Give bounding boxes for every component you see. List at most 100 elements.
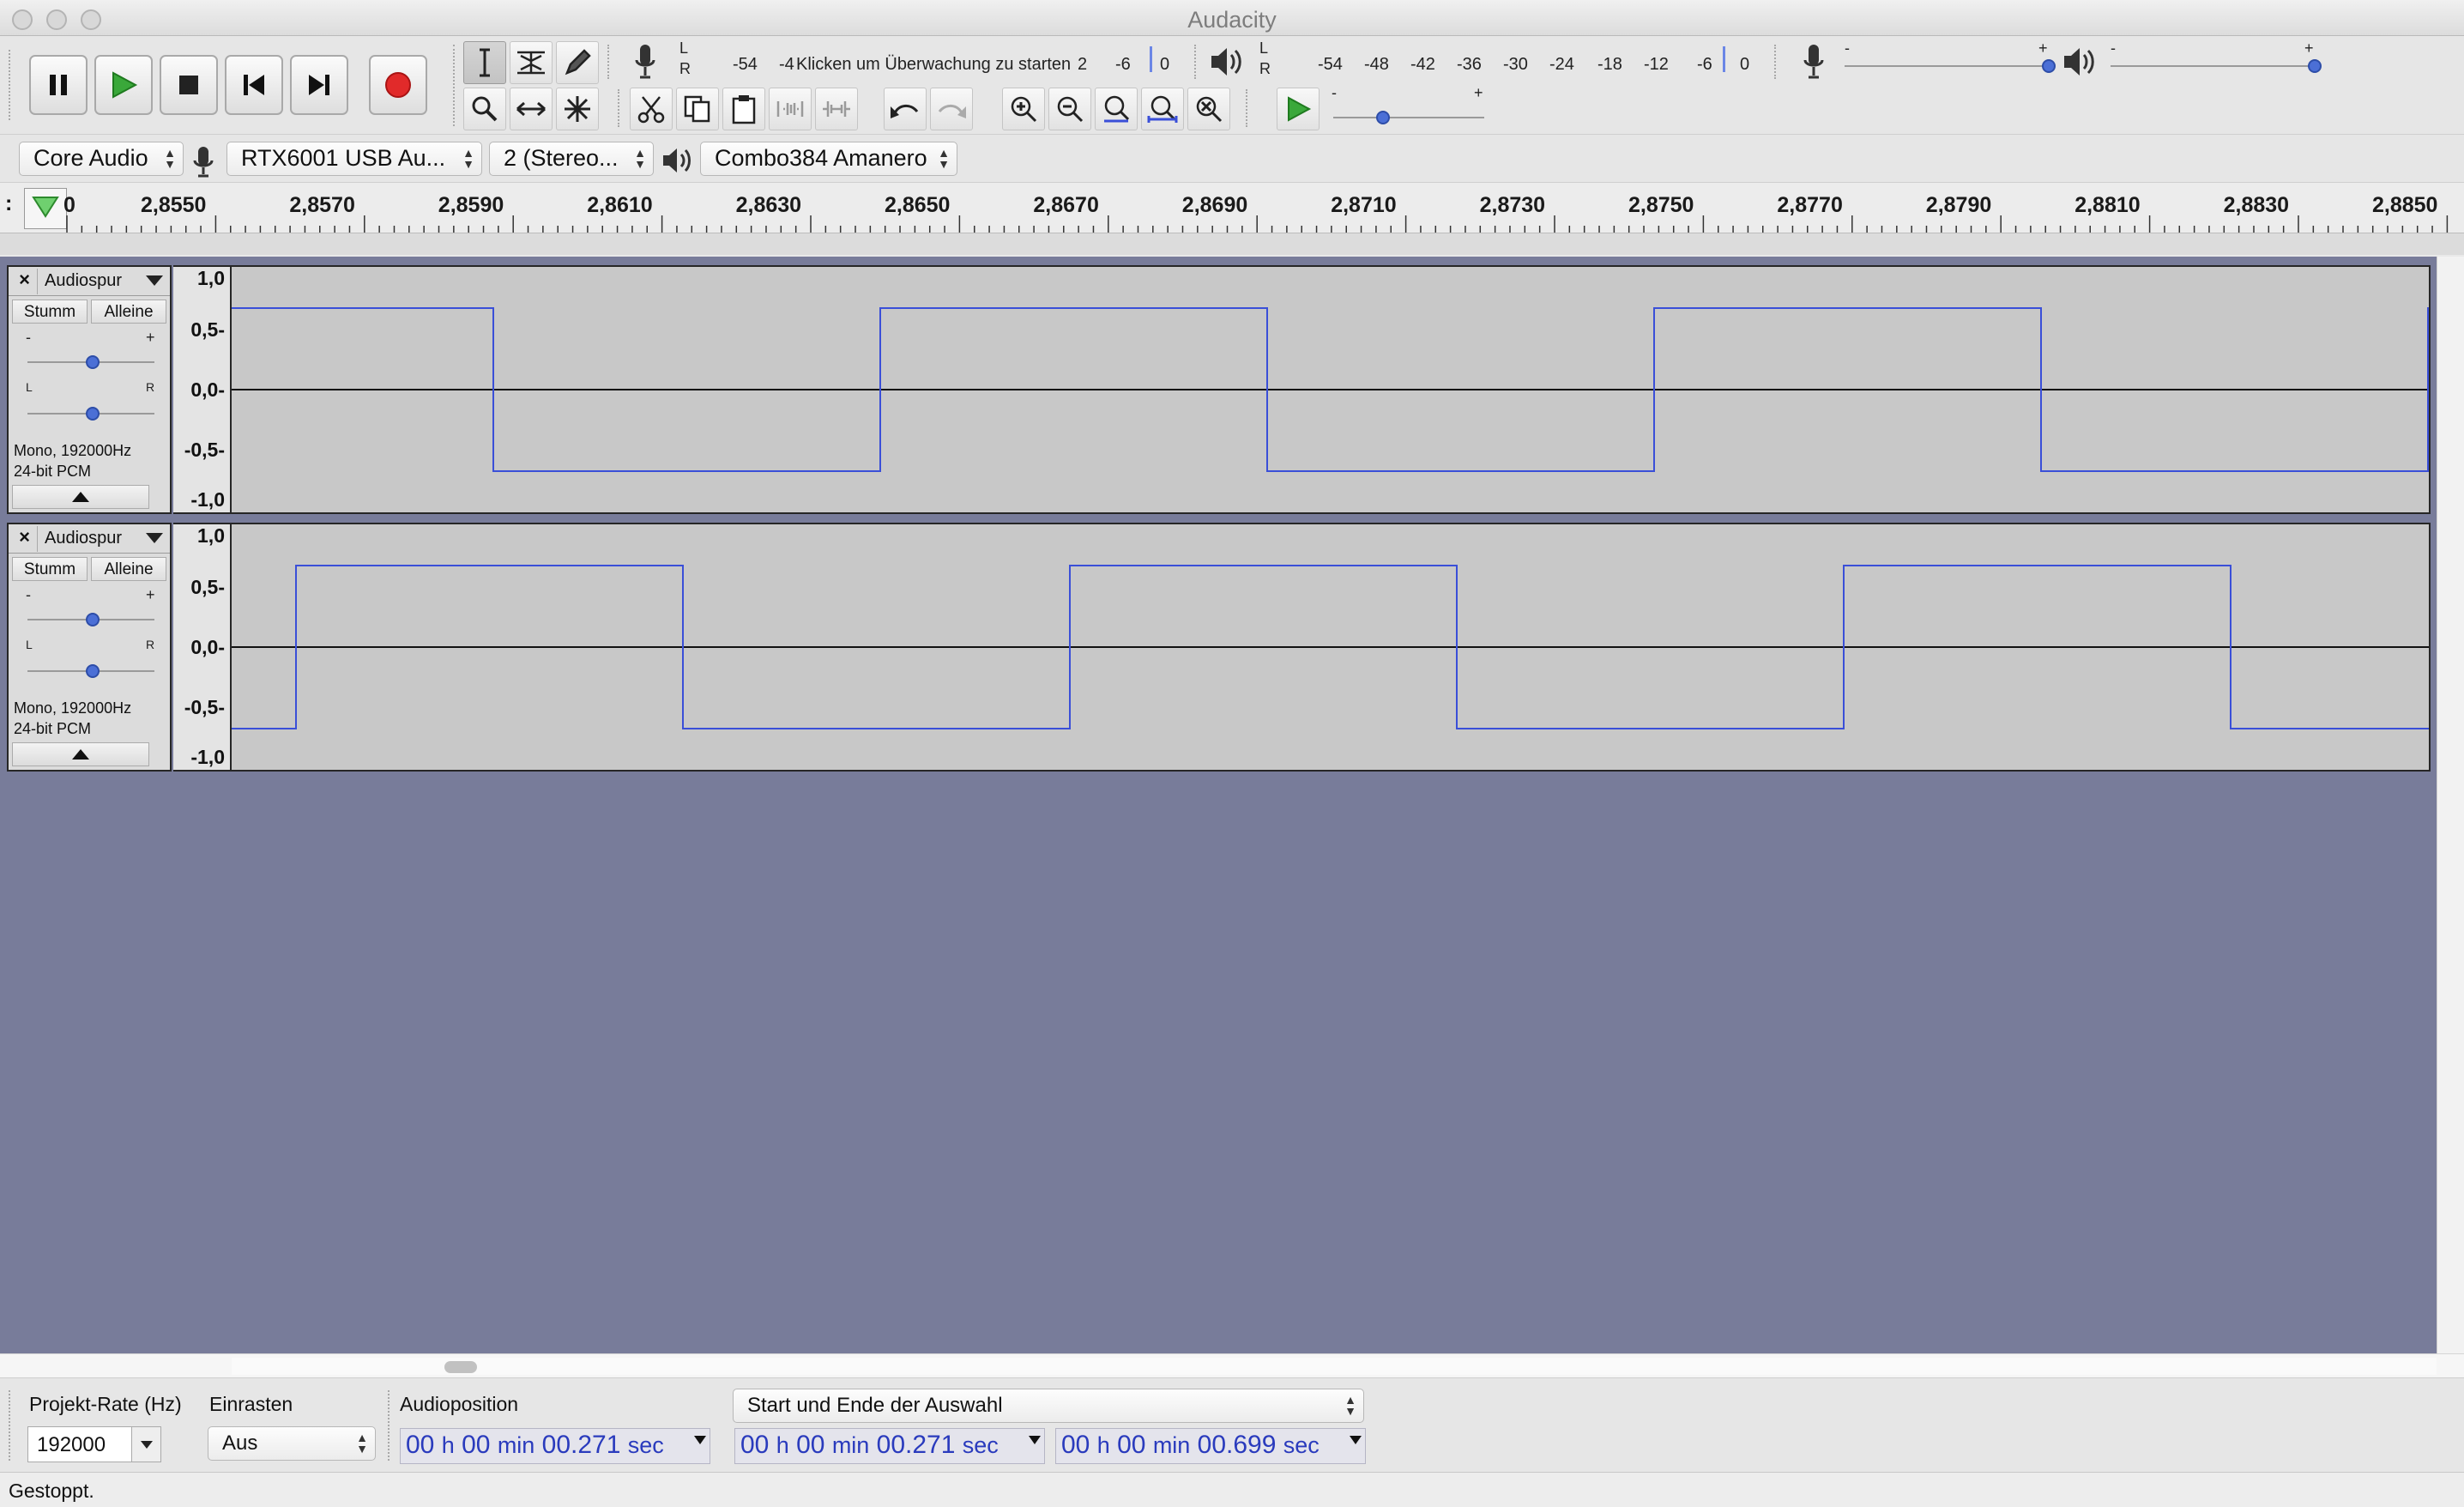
toolbar-grip[interactable] <box>1194 45 1199 79</box>
microphone-icon[interactable] <box>633 43 657 81</box>
track-mute-button[interactable]: Stumm <box>12 300 88 324</box>
track-control-panel[interactable]: × Audiospur Stumm Alleine - + L R Mono, … <box>7 265 172 514</box>
multi-tool-button[interactable] <box>556 88 599 130</box>
audio-position-time[interactable]: 00 h 00 min 00.271 sec <box>400 1428 710 1464</box>
stop-button[interactable] <box>160 55 218 115</box>
track-menu-dropdown-icon[interactable] <box>146 275 163 286</box>
timeshift-tool-button[interactable] <box>510 88 553 130</box>
track-collapse-button[interactable] <box>12 485 149 509</box>
selection-tool-button[interactable] <box>463 41 506 84</box>
track-control-panel[interactable]: × Audiospur Stumm Alleine - + L R Mono, … <box>7 523 172 772</box>
rec-meter-tick: 2 <box>1078 55 1088 74</box>
redo-button[interactable] <box>930 88 973 130</box>
audio-host-value: Core Audio <box>33 145 148 171</box>
silence-icon <box>823 101 850 117</box>
track-area[interactable]: × Audiospur Stumm Alleine - + L R Mono, … <box>0 257 2437 1353</box>
track-mute-button[interactable]: Stumm <box>12 557 88 581</box>
track-solo-button[interactable]: Alleine <box>91 300 166 324</box>
select-arrows-icon: ▲ ▼ <box>938 146 950 171</box>
track-name-bar[interactable]: × Audiospur <box>9 267 170 296</box>
play-at-speed-button[interactable] <box>1277 88 1320 130</box>
track-collapse-button[interactable] <box>12 742 149 766</box>
track-solo-button[interactable]: Alleine <box>91 557 166 581</box>
undo-button[interactable] <box>884 88 927 130</box>
fit-selection-button[interactable] <box>1095 88 1138 130</box>
toolbar-grip[interactable] <box>453 45 458 126</box>
recording-device-select[interactable]: RTX6001 USB Au... ▲ ▼ <box>226 142 482 176</box>
recording-device-microphone-icon <box>193 147 214 178</box>
pan-slider-knob[interactable] <box>86 407 100 421</box>
paste-button[interactable] <box>722 88 765 130</box>
waveform-view[interactable] <box>230 265 2431 514</box>
ruler-scrub-area[interactable] <box>0 233 2464 255</box>
waveform-view[interactable] <box>230 523 2431 772</box>
amplitude-ruler[interactable]: 1,0 0,5- 0,0- -0,5- -1,0 <box>173 265 230 514</box>
recording-channels-select[interactable]: 2 (Stereo... ▲ ▼ <box>489 142 654 176</box>
play-button[interactable] <box>94 55 153 115</box>
input-volume-microphone-icon <box>1803 45 1824 79</box>
timeline-ruler[interactable]: : 0 2,8550 2,8570 2,8590 2,8610 2,8630 2,8650… <box>0 183 2464 255</box>
toolbar-grip[interactable] <box>9 50 14 120</box>
gain-slider-knob[interactable] <box>86 355 100 369</box>
play-speed-slider[interactable] <box>1333 117 1484 118</box>
trim-audio-button[interactable] <box>769 88 812 130</box>
copy-icon <box>684 95 710 123</box>
audio-track[interactable]: × Audiospur Stumm Alleine - + L R Mono, … <box>7 523 2431 772</box>
toolbar-grip[interactable] <box>1246 89 1251 127</box>
copy-button[interactable] <box>676 88 719 130</box>
record-icon <box>385 72 411 98</box>
track-name-bar[interactable]: × Audiospur <box>9 524 170 554</box>
horizontal-scrollbar[interactable] <box>0 1353 2464 1377</box>
zoom-in-button[interactable] <box>1002 88 1045 130</box>
horizontal-scroll-trough[interactable] <box>232 1358 2437 1375</box>
play-speed-knob[interactable] <box>1376 111 1390 124</box>
zoom-out-button[interactable] <box>1048 88 1091 130</box>
track-menu-dropdown-icon[interactable] <box>146 533 163 543</box>
toolbar-grip[interactable] <box>388 1390 393 1461</box>
gain-slider-knob[interactable] <box>86 613 100 626</box>
time-format-menu-icon[interactable] <box>694 1436 706 1444</box>
skip-to-end-button[interactable] <box>290 55 348 115</box>
envelope-tool-button[interactable] <box>510 41 553 84</box>
playback-meter[interactable]: -54 -48 -42 -36 -30 -24 -18 -12 -6 0 <box>1273 43 1762 81</box>
zoom-out-icon <box>1057 96 1084 123</box>
selection-start-time[interactable]: 00 h 00 min 00.271 sec <box>734 1428 1045 1464</box>
input-volume-slider[interactable] <box>1845 65 2050 67</box>
output-volume-slider[interactable] <box>2111 65 2316 67</box>
selection-end-time[interactable]: 00 h 00 min 00.699 sec <box>1055 1428 1366 1464</box>
time-format-menu-icon[interactable] <box>1029 1436 1041 1444</box>
skip-to-start-button[interactable] <box>225 55 283 115</box>
snap-select[interactable]: Aus ▲ ▼ <box>208 1426 376 1461</box>
track-close-button[interactable]: × <box>12 526 38 552</box>
horizontal-scroll-thumb[interactable] <box>444 1361 477 1373</box>
fit-project-button[interactable] <box>1141 88 1184 130</box>
pause-button[interactable] <box>29 55 88 115</box>
audio-track[interactable]: × Audiospur Stumm Alleine - + L R Mono, … <box>7 265 2431 514</box>
project-rate-dropdown-button[interactable] <box>131 1427 160 1462</box>
silence-audio-button[interactable] <box>815 88 858 130</box>
time-format-menu-icon[interactable] <box>1350 1436 1362 1444</box>
amplitude-ruler[interactable]: 1,0 0,5- 0,0- -0,5- -1,0 <box>173 523 230 772</box>
toolbar-grip[interactable] <box>607 45 613 79</box>
toolbar-grip[interactable] <box>618 89 623 127</box>
toolbar-grip[interactable] <box>9 1390 14 1461</box>
output-volume-knob[interactable] <box>2308 59 2322 73</box>
record-meter[interactable]: -54 -4 Klicken um Überwachung zu starten… <box>693 43 1182 81</box>
project-rate-combo[interactable]: 192000 <box>27 1426 161 1462</box>
record-button[interactable] <box>369 55 427 115</box>
time-unit: h <box>1096 1432 1110 1458</box>
audio-host-select[interactable]: Core Audio ▲ ▼ <box>19 142 184 176</box>
zoom-tool-button[interactable] <box>463 88 506 130</box>
pan-slider-knob[interactable] <box>86 664 100 678</box>
draw-tool-button[interactable] <box>556 41 599 84</box>
toolbar-grip[interactable] <box>1774 45 1779 79</box>
input-volume-knob[interactable] <box>2042 59 2056 73</box>
zoom-toggle-button[interactable] <box>1187 88 1230 130</box>
vertical-scrollbar[interactable] <box>2437 257 2464 1353</box>
cut-button[interactable] <box>630 88 673 130</box>
meter-right-label: R <box>679 60 691 77</box>
playback-device-select[interactable]: Combo384 Amanero ▲ ▼ <box>700 142 957 176</box>
selection-mode-select[interactable]: Start und Ende der Auswahl ▲ ▼ <box>733 1389 1364 1423</box>
track-close-button[interactable]: × <box>12 269 38 294</box>
speaker-icon[interactable] <box>1208 43 1246 81</box>
